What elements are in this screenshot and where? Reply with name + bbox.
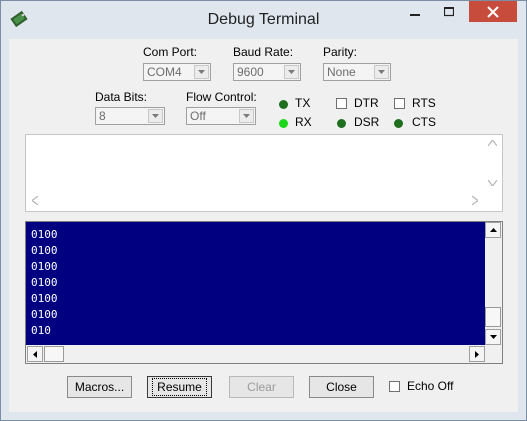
chevron-down-icon[interactable]: [239, 109, 254, 123]
data-bits-select[interactable]: 8: [95, 107, 165, 125]
terminal-line: 0100: [31, 260, 58, 273]
tx-label: TX: [295, 96, 311, 110]
echo-off-label: Echo Off: [407, 379, 454, 393]
com-port-label: Com Port:: [143, 45, 198, 59]
terminal-line: 0100: [31, 292, 58, 305]
receive-terminal[interactable]: 0100 0100 0100 0100 0100 0100 010: [25, 221, 503, 364]
parity-label: Parity:: [323, 45, 358, 59]
chevron-down-icon[interactable]: [148, 109, 163, 123]
flow-control-label: Flow Control:: [186, 90, 257, 104]
rx-led-icon: [279, 119, 288, 128]
scroll-up-icon: [488, 140, 497, 146]
close-icon: [487, 5, 499, 18]
chevron-down-icon[interactable]: [194, 65, 209, 79]
minimize-button[interactable]: [399, 1, 431, 23]
parity-select[interactable]: None: [323, 63, 391, 81]
scroll-right-button[interactable]: [469, 346, 485, 362]
cts-label: CTS: [412, 115, 436, 129]
baud-rate-label: Baud Rate:: [233, 45, 294, 59]
scroll-down-button[interactable]: [485, 329, 501, 345]
chevron-down-icon[interactable]: [284, 65, 299, 79]
terminal-line: 0100: [31, 276, 58, 289]
flow-control-select[interactable]: Off: [186, 107, 256, 125]
vertical-scroll-thumb[interactable]: [485, 307, 501, 327]
arrow-right-icon: [475, 350, 479, 358]
macros-label: Macros...: [74, 380, 125, 394]
echo-off-checkbox[interactable]: [389, 381, 400, 392]
flow-control-value: Off: [190, 109, 206, 123]
clear-button[interactable]: Clear: [229, 376, 294, 398]
debug-terminal-window: Debug Terminal Com Port: Baud Rate: Pari…: [0, 0, 527, 421]
resume-button[interactable]: Resume: [147, 376, 212, 398]
arrow-up-icon: [489, 228, 497, 232]
rx-label: RX: [295, 115, 312, 129]
tx-led-icon: [279, 100, 288, 109]
com-port-value: COM4: [147, 65, 182, 79]
com-port-select[interactable]: COM4: [143, 63, 211, 81]
close-window-button[interactable]: [469, 1, 517, 22]
terminal-output: 0100 0100 0100 0100 0100 0100 010: [31, 227, 58, 339]
data-bits-label: Data Bits:: [95, 90, 148, 104]
maximize-icon: [444, 7, 454, 17]
resume-label: Resume: [152, 378, 207, 396]
scroll-right-icon: [472, 196, 478, 205]
minimize-icon: [410, 14, 420, 16]
terminal-line: 0100: [31, 228, 58, 241]
scroll-up-button[interactable]: [485, 222, 501, 238]
clear-label: Clear: [247, 380, 276, 394]
scroll-down-icon: [488, 180, 497, 186]
parity-value: None: [327, 65, 356, 79]
arrow-down-icon: [489, 335, 497, 339]
scrollbar-corner: [485, 345, 502, 363]
close-button[interactable]: Close: [309, 376, 374, 398]
baud-rate-select[interactable]: 9600: [233, 63, 301, 81]
close-label: Close: [326, 380, 357, 394]
title-bar[interactable]: Debug Terminal: [1, 1, 526, 39]
transmit-panel[interactable]: [25, 134, 503, 212]
horizontal-scrollbar[interactable]: [26, 345, 486, 363]
chevron-down-icon[interactable]: [374, 65, 389, 79]
maximize-button[interactable]: [433, 1, 465, 23]
dtr-label: DTR: [354, 96, 379, 110]
terminal-line: 0100: [31, 308, 58, 321]
data-bits-value: 8: [99, 109, 106, 123]
vertical-scrollbar[interactable]: [485, 222, 502, 345]
scroll-left-button[interactable]: [27, 346, 43, 362]
terminal-line: 0100: [31, 244, 58, 257]
dsr-label: DSR: [354, 115, 380, 129]
arrow-left-icon: [33, 350, 37, 358]
scroll-left-icon: [32, 196, 38, 205]
horizontal-scroll-thumb[interactable]: [44, 346, 64, 362]
dsr-led-icon: [337, 119, 346, 128]
baud-rate-value: 9600: [237, 65, 264, 79]
rts-checkbox[interactable]: [394, 98, 405, 109]
cts-led-icon: [394, 119, 403, 128]
rts-label: RTS: [412, 96, 436, 110]
dtr-checkbox[interactable]: [336, 98, 347, 109]
macros-button[interactable]: Macros...: [67, 376, 132, 398]
terminal-line: 010: [31, 324, 51, 337]
